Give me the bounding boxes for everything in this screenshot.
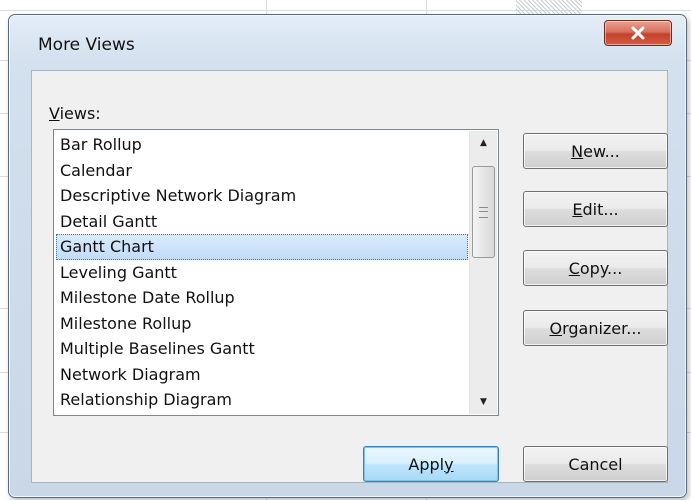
views-list-item[interactable]: Multiple Baselines Gantt [56,336,468,362]
new-button[interactable]: New... [523,133,668,169]
copy-button[interactable]: Copy... [523,250,668,286]
scroll-up-button[interactable]: ▲ [470,133,497,153]
triangle-up-icon: ▲ [480,138,487,148]
dialog-title: More Views [38,35,135,55]
apply-button[interactable]: Appl y [363,446,499,482]
views-list-item[interactable]: Milestone Date Rollup [56,285,468,311]
edit-button[interactable]: Edit... [523,191,668,227]
close-button[interactable] [604,20,672,46]
views-list-item[interactable]: Relationship Diagram [56,387,468,413]
views-list-item[interactable]: Network Diagram [56,362,468,388]
views-list-item[interactable]: Calendar [56,158,468,184]
views-list-item[interactable]: Descriptive Network Diagram [56,183,468,209]
more-views-dialog: More Views Views: Bar Rollup Calendar Desc… [8,14,687,498]
views-label: Views: [49,104,101,123]
views-list-item[interactable]: Detail Gantt [56,209,468,235]
views-list-item[interactable]: Leveling Gantt [56,260,468,286]
cancel-button[interactable]: Cancel [523,446,668,482]
scroll-down-button[interactable]: ▼ [470,392,497,412]
close-x-icon [631,26,645,40]
views-listbox[interactable]: Bar Rollup Calendar Descriptive Network Di… [53,129,499,416]
views-list-item[interactable]: Bar Rollup [56,132,468,158]
scroll-thumb[interactable] [472,166,495,258]
views-list-item[interactable]: Milestone Rollup [56,311,468,337]
views-list-item[interactable]: Gantt Chart [56,234,468,260]
vertical-scrollbar[interactable]: ▲ ▼ [469,131,497,414]
views-list: Bar Rollup Calendar Descriptive Network Di… [56,132,468,413]
organizer-button[interactable]: Organizer... [523,310,668,346]
grip-icon [479,207,488,218]
dialog-client-area: Views: Bar Rollup Calendar Descriptive Net… [31,70,668,483]
triangle-down-icon: ▼ [480,397,487,407]
